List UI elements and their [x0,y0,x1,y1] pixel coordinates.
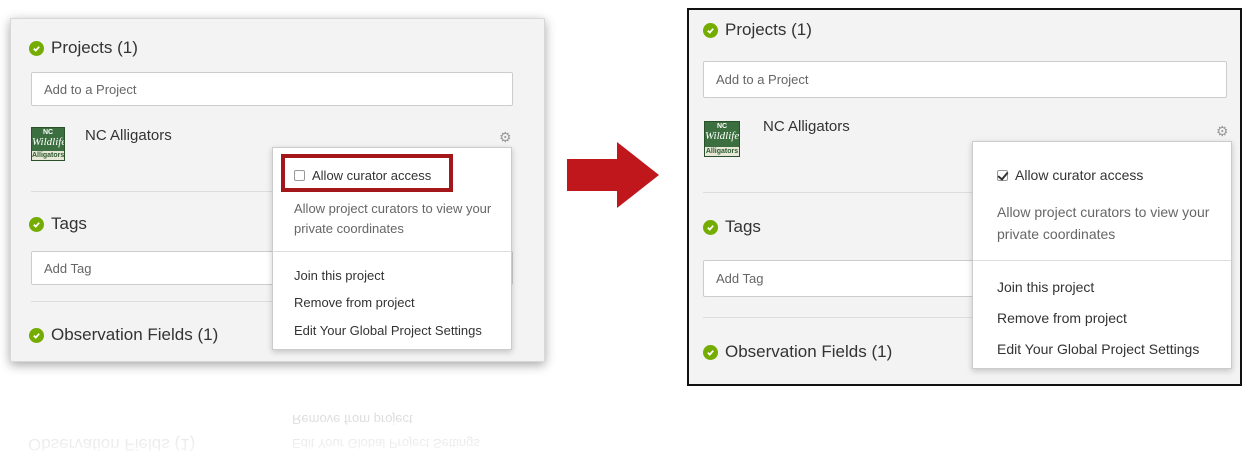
join-project-menu-item[interactable]: Join this project [997,279,1094,295]
observation-fields-section-header[interactable]: Observation Fields (1) [703,342,892,362]
curator-access-description: Allow project curators to view your priv… [997,204,1210,242]
check-circle-icon [29,327,44,343]
reflection-observation-fields-text: Observation Fields (1) [28,435,196,454]
allow-curator-access-option[interactable]: Allow curator access [997,167,1143,183]
tags-section-header[interactable]: Tags [29,214,87,234]
projects-section-header[interactable]: Projects (1) [703,20,812,40]
check-circle-icon [703,219,718,235]
check-circle-icon [29,216,44,232]
dropdown-divider [273,251,511,252]
add-project-input[interactable]: Add to a Project [703,61,1227,98]
tags-section-header[interactable]: Tags [703,217,761,237]
divider [703,192,973,193]
reflection-remove-text: Remove from project [292,412,413,427]
projects-header-label: Projects (1) [51,38,138,57]
project-name[interactable]: NC Alligators [763,118,850,135]
projects-header-label: Projects (1) [725,20,812,39]
divider [703,317,973,318]
panel-reflection: Observation Fields (1) Edit Your Global … [10,382,545,472]
before-panel: Projects (1) Add to a Project NC Wildlif… [10,18,545,362]
right-arrow-icon [567,142,659,208]
observation-fields-section-header[interactable]: Observation Fields (1) [29,325,218,345]
gear-icon[interactable]: ⚙ [1216,124,1229,138]
reflection-global-settings-text: Edit Your Global Project Settings [292,436,480,451]
after-panel: Projects (1) Add to a Project NC Wildlif… [687,8,1242,386]
project-name[interactable]: NC Alligators [85,127,172,144]
gear-icon[interactable]: ⚙ [499,130,512,144]
remove-from-project-menu-item[interactable]: Remove from project [294,295,415,310]
allow-curator-access-label: Allow curator access [1015,167,1144,183]
check-circle-icon [703,344,718,360]
check-circle-icon [703,22,718,38]
project-logo: NC Wildlife Alligators [31,127,65,161]
observation-fields-header-label: Observation Fields (1) [51,325,219,344]
tags-header-label: Tags [51,214,87,233]
divider [31,191,281,192]
observation-fields-header-label: Observation Fields (1) [725,342,893,361]
curator-access-description: Allow project curators to view your priv… [294,201,492,236]
curator-access-checkbox[interactable] [997,170,1008,181]
remove-from-project-menu-item[interactable]: Remove from project [997,310,1127,326]
join-project-menu-item[interactable]: Join this project [294,268,384,283]
check-circle-icon [29,40,44,56]
global-project-settings-menu-item[interactable]: Edit Your Global Project Settings [294,323,482,338]
highlight-box [281,154,453,192]
global-project-settings-menu-item[interactable]: Edit Your Global Project Settings [997,341,1199,357]
tags-header-label: Tags [725,217,761,236]
dropdown-divider [973,260,1231,261]
divider [31,301,281,302]
add-project-input[interactable]: Add to a Project [31,72,513,106]
project-logo: NC Wildlife Alligators [704,121,740,157]
project-settings-dropdown: Allow curator access Allow project curat… [972,141,1232,369]
projects-section-header[interactable]: Projects (1) [29,38,138,58]
